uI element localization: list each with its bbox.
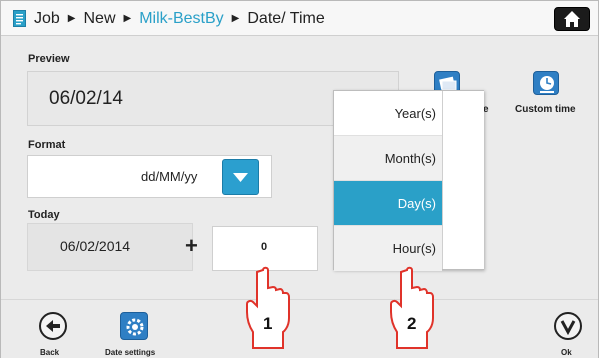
ok-button[interactable] bbox=[554, 312, 582, 340]
date-settings-button[interactable] bbox=[120, 312, 148, 340]
offset-value: 0 bbox=[261, 241, 268, 253]
back-arrow-icon bbox=[46, 320, 60, 332]
breadcrumb-separator: ▶ bbox=[123, 13, 132, 24]
today-label: Today bbox=[28, 209, 60, 221]
breadcrumb-new[interactable]: New bbox=[84, 10, 116, 28]
breadcrumb: Job ▶ New ▶ Milk-BestBy ▶ Date/ Time bbox=[13, 1, 325, 36]
chevron-down-icon bbox=[233, 173, 248, 182]
today-value: 06/02/2014 bbox=[60, 238, 131, 254]
dropdown-option-years[interactable]: Year(s) bbox=[334, 91, 442, 136]
custom-time-label: Custom time bbox=[515, 104, 576, 115]
plus-operator: + bbox=[185, 233, 198, 258]
marker-2: 2 bbox=[407, 314, 417, 333]
breadcrumb-job-name[interactable]: Milk-BestBy bbox=[139, 10, 223, 28]
gear-icon bbox=[126, 318, 144, 336]
breadcrumb-separator: ▶ bbox=[231, 13, 240, 24]
date-settings-label: Date settings bbox=[105, 348, 156, 357]
format-value: dd/MM/yy bbox=[141, 169, 198, 184]
breadcrumb-current: Date/ Time bbox=[247, 9, 325, 27]
preview-value: 06/02/14 bbox=[49, 88, 123, 109]
app-window: Job ▶ New ▶ Milk-BestBy ▶ Date/ Time Pre… bbox=[0, 0, 599, 358]
format-dropdown-button[interactable] bbox=[222, 159, 259, 195]
dropdown-option-months[interactable]: Month(s) bbox=[334, 136, 442, 181]
dropdown-option-days[interactable]: Day(s) bbox=[334, 181, 442, 226]
back-label: Back bbox=[40, 348, 60, 357]
ok-label: Ok bbox=[561, 348, 572, 357]
format-label: Format bbox=[28, 139, 66, 151]
home-button[interactable] bbox=[554, 7, 590, 31]
breadcrumb-job[interactable]: Job bbox=[34, 10, 60, 28]
unit-dropdown-list: Year(s) Month(s) Day(s) Hour(s) bbox=[333, 90, 484, 271]
breadcrumb-separator: ▶ bbox=[67, 13, 76, 24]
preview-label: Preview bbox=[28, 53, 70, 65]
back-button[interactable] bbox=[39, 312, 67, 340]
marker-1: 1 bbox=[263, 314, 273, 333]
footer-bar: Back Date settings Ok bbox=[1, 299, 598, 358]
pointing-hand-icon bbox=[246, 266, 290, 349]
header-bar: Job ▶ New ▶ Milk-BestBy ▶ Date/ Time bbox=[1, 1, 598, 36]
custom-time-button[interactable] bbox=[533, 71, 559, 95]
pointing-hand-icon bbox=[390, 266, 434, 349]
calendar-clock-icon bbox=[540, 76, 554, 93]
dropdown-option-hours[interactable]: Hour(s) bbox=[334, 226, 442, 271]
document-icon bbox=[13, 10, 26, 27]
dropdown-scrollbar[interactable] bbox=[442, 91, 484, 269]
checkmark-icon bbox=[560, 320, 576, 336]
home-icon bbox=[564, 11, 580, 27]
